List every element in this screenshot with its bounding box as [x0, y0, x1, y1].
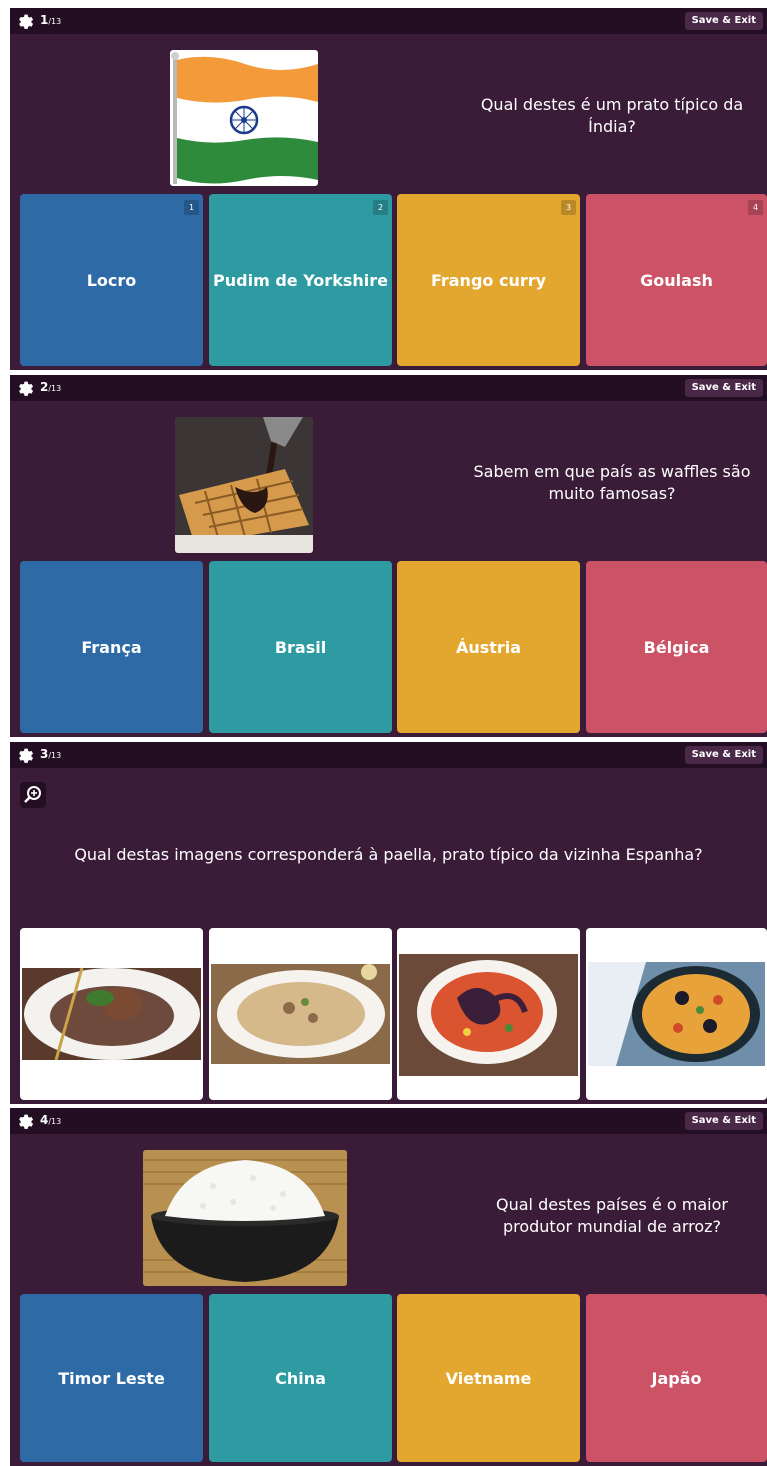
octopus-rice-photo-icon — [399, 954, 578, 1076]
answer-option-2[interactable]: China — [209, 1294, 392, 1462]
save-exit-button[interactable]: Save & Exit — [684, 379, 763, 397]
india-flag-icon — [171, 52, 318, 184]
answer-option-3[interactable]: Vietname — [397, 1294, 580, 1462]
option-label: China — [275, 1368, 326, 1388]
answer-option-3[interactable]: Frango curry 3 — [397, 194, 580, 366]
option-label: Vietname — [445, 1368, 532, 1388]
risotto-photo-icon — [211, 964, 390, 1064]
answer-option-2[interactable]: Pudim de Yorkshire 2 — [209, 194, 392, 366]
option-label: Locro — [86, 270, 137, 290]
answer-option-2[interactable]: Brasil — [209, 561, 392, 733]
question-counter: 3/13 — [40, 747, 62, 761]
waffle-photo-icon — [175, 417, 313, 553]
option-key-badge: 4 — [748, 200, 763, 215]
question-text: Sabem em que país as waffles são muito f… — [473, 462, 751, 503]
top-bar: 2/13 Save & Exit — [10, 375, 767, 401]
option-label: França — [81, 637, 142, 657]
save-exit-button[interactable]: Save & Exit — [684, 1112, 763, 1130]
question-text: Qual destes países é o maior produtor mu… — [496, 1195, 728, 1236]
option-label: Pudim de Yorkshire — [213, 270, 388, 290]
answer-option-2[interactable] — [209, 928, 392, 1100]
question-text: Qual destas imagens corresponderá à pael… — [74, 845, 703, 864]
gear-icon[interactable] — [16, 746, 34, 764]
answer-option-4[interactable] — [586, 928, 767, 1100]
question-panel-2: 2/13 Save & Exit Sabem em que país as wa… — [10, 375, 767, 737]
answer-option-4[interactable]: Goulash 4 — [586, 194, 767, 366]
option-label: Áustria — [455, 637, 522, 657]
zoom-in-icon — [24, 786, 41, 803]
save-exit-button[interactable]: Save & Exit — [684, 746, 763, 764]
question-counter: 4/13 — [40, 1113, 62, 1127]
option-label: Timor Leste — [58, 1368, 165, 1388]
question-panel-4: 4/13 Save & Exit Qual destes países é o … — [10, 1108, 767, 1466]
answer-option-3[interactable]: Áustria — [397, 561, 580, 733]
option-label: Japão — [651, 1368, 702, 1388]
question-text: Qual destes é um prato típico da Índia? — [480, 95, 744, 136]
top-bar: 1/13 Save & Exit — [10, 8, 767, 34]
india-flag-image — [170, 50, 318, 186]
answer-option-3[interactable] — [397, 928, 580, 1100]
answer-option-1[interactable]: Timor Leste — [20, 1294, 203, 1462]
option-key-badge: 1 — [184, 200, 199, 215]
question-panel-1: 1/13 Save & Exit Qual destes é um prato … — [10, 8, 767, 370]
rice-bowl-photo-icon — [143, 1150, 347, 1286]
gear-icon[interactable] — [16, 12, 34, 30]
option-label: Bélgica — [643, 637, 710, 657]
answer-option-1[interactable]: Locro 1 — [20, 194, 203, 366]
option-label: Frango curry — [430, 270, 547, 290]
meat-rice-photo-icon — [22, 967, 201, 1061]
answer-option-4[interactable]: Bélgica — [586, 561, 767, 733]
option-key-badge: 3 — [561, 200, 576, 215]
top-bar: 4/13 Save & Exit — [10, 1108, 767, 1134]
question-panel-3: 3/13 Save & Exit Qual destas imagens cor… — [10, 742, 767, 1104]
option-label: Goulash — [640, 270, 713, 290]
option-key-badge: 2 — [373, 200, 388, 215]
gear-icon[interactable] — [16, 1112, 34, 1130]
gear-icon[interactable] — [16, 379, 34, 397]
paella-photo-icon — [588, 962, 765, 1066]
question-counter: 1/13 — [40, 13, 62, 27]
zoom-in-button[interactable] — [20, 782, 46, 808]
option-label: Brasil — [274, 637, 327, 657]
top-bar: 3/13 Save & Exit — [10, 742, 767, 768]
question-counter: 2/13 — [40, 380, 62, 394]
waffle-image — [175, 417, 313, 553]
rice-bowl-image — [143, 1150, 347, 1286]
answer-option-1[interactable]: França — [20, 561, 203, 733]
answer-option-1[interactable] — [20, 928, 203, 1100]
save-exit-button[interactable]: Save & Exit — [684, 12, 763, 30]
answer-option-4[interactable]: Japão — [586, 1294, 767, 1462]
